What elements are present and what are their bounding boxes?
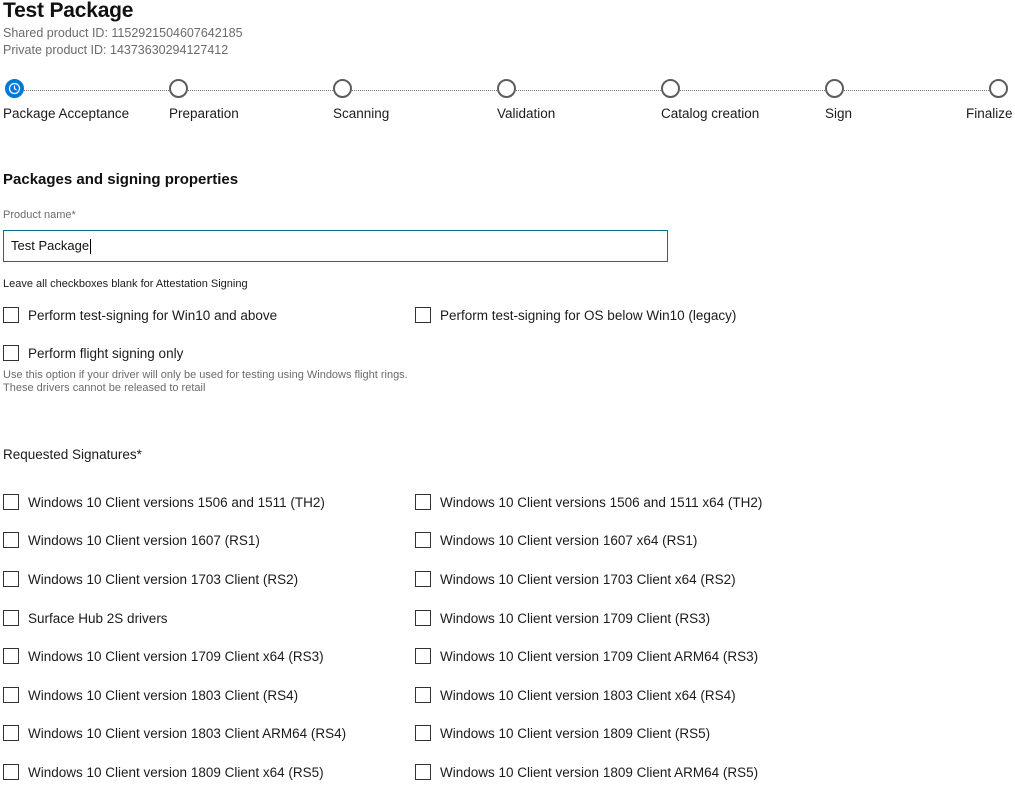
checkbox-label: Windows 10 Client version 1709 Client AR…	[440, 648, 759, 664]
signature-checkbox[interactable]: Windows 10 Client version 1809 Client x6…	[3, 764, 324, 780]
clock-icon	[5, 79, 24, 98]
product-name-input[interactable]: Test Package	[3, 230, 668, 262]
checkbox-label: Windows 10 Client version 1607 x64 (RS1)	[440, 532, 698, 548]
checkbox-box[interactable]	[3, 764, 19, 780]
checkbox-box[interactable]	[3, 610, 19, 626]
checkbox-label: Windows 10 Client version 1607 (RS1)	[28, 532, 260, 548]
signature-checkbox[interactable]: Windows 10 Client version 1703 Client x6…	[415, 571, 736, 587]
checkbox-box[interactable]	[415, 764, 431, 780]
requested-signatures-label: Requested Signatures*	[3, 447, 142, 462]
step-label: Catalog creation	[661, 106, 760, 121]
checkbox-box[interactable]	[415, 610, 431, 626]
checkbox-label: Windows 10 Client version 1803 Client AR…	[28, 725, 347, 741]
signature-checkbox[interactable]: Surface Hub 2S drivers	[3, 610, 168, 626]
section-title: Packages and signing properties	[3, 171, 239, 188]
signature-checkbox[interactable]: Windows 10 Client versions 1506 and 1511…	[415, 494, 762, 510]
step-label: Sign	[825, 106, 853, 121]
checkbox-label: Windows 10 Client version 1809 Client x6…	[28, 764, 324, 780]
step-label: Package Acceptance	[3, 106, 130, 121]
checkbox-label: Windows 10 Client version 1709 Client x6…	[28, 648, 324, 664]
step-circle-icon	[333, 79, 352, 98]
checkbox-box[interactable]	[3, 687, 19, 703]
signature-checkbox[interactable]: Windows 10 Client version 1709 Client x6…	[3, 648, 324, 664]
product-name-label: Product name*	[3, 209, 76, 221]
step-circle-icon	[825, 79, 844, 98]
checkbox-label: Windows 10 Client versions 1506 and 1511…	[28, 494, 325, 510]
signature-checkbox[interactable]: Windows 10 Client version 1803 Client (R…	[3, 687, 298, 703]
checkbox-label: Perform test-signing for Win10 and above	[28, 307, 278, 323]
private-product-id: Private product ID: 14373630294127412	[3, 43, 229, 57]
checkbox-label: Windows 10 Client version 1803 Client (R…	[28, 687, 299, 703]
step-label: Finalize	[966, 106, 1013, 121]
checkbox-box[interactable]	[415, 687, 431, 703]
checkbox-label: Surface Hub 2S drivers	[28, 610, 168, 626]
checkbox-label: Windows 10 Client version 1703 Client (R…	[28, 571, 299, 587]
step-circle-icon	[169, 79, 188, 98]
checkbox-box[interactable]	[3, 532, 19, 548]
text-caret	[90, 239, 92, 255]
checkbox-box[interactable]	[415, 494, 431, 510]
step-label: Validation	[497, 106, 556, 121]
product-name-value: Test Package	[11, 238, 90, 253]
flight-signing-note: Use this option if your driver will only…	[3, 369, 408, 394]
signature-checkbox[interactable]: Windows 10 Client version 1607 (RS1)	[3, 532, 260, 548]
signature-checkbox[interactable]: Windows 10 Client version 1809 Client AR…	[415, 764, 758, 780]
step-circle-icon	[661, 79, 680, 98]
test-signing-win10-checkbox[interactable]: Perform test-signing for Win10 and above	[3, 307, 277, 323]
attestation-hint: Leave all checkboxes blank for Attestati…	[3, 278, 248, 290]
test-signing-legacy-checkbox[interactable]: Perform test-signing for OS below Win10 …	[415, 307, 736, 323]
checkbox-box[interactable]	[415, 648, 431, 664]
signature-checkbox[interactable]: Windows 10 Client versions 1506 and 1511…	[3, 494, 325, 510]
checkbox-label: Perform test-signing for OS below Win10 …	[440, 307, 737, 323]
checkbox-box[interactable]	[3, 725, 19, 741]
step-circle-icon	[497, 79, 516, 98]
checkbox-box[interactable]	[415, 571, 431, 587]
checkbox-label: Windows 10 Client version 1809 Client AR…	[440, 764, 759, 780]
signature-checkbox[interactable]: Windows 10 Client version 1809 Client (R…	[415, 725, 710, 741]
checkbox-box[interactable]	[415, 532, 431, 548]
checkbox-label: Windows 10 Client version 1803 Client x6…	[440, 687, 736, 703]
checkbox-label: Perform flight signing only	[28, 345, 184, 361]
checkbox-box[interactable]	[3, 345, 19, 361]
signature-checkbox[interactable]: Windows 10 Client version 1703 Client (R…	[3, 571, 298, 587]
checkbox-box[interactable]	[415, 307, 431, 323]
step-label: Preparation	[169, 106, 239, 121]
signature-checkbox[interactable]: Windows 10 Client version 1803 Client x6…	[415, 687, 736, 703]
checkbox-box[interactable]	[3, 307, 19, 323]
checkbox-label: Windows 10 Client version 1809 Client (R…	[440, 725, 711, 741]
checkbox-label: Windows 10 Client version 1703 Client x6…	[440, 571, 736, 587]
checkbox-label: Windows 10 Client versions 1506 and 1511…	[440, 494, 763, 510]
flight-signing-checkbox[interactable]: Perform flight signing only	[3, 345, 183, 361]
signature-checkbox[interactable]: Windows 10 Client version 1709 Client AR…	[415, 648, 758, 664]
page-title: Test Package	[3, 0, 134, 22]
step-circle-icon	[989, 79, 1008, 98]
checkbox-label: Windows 10 Client version 1709 Client (R…	[440, 610, 711, 626]
shared-product-id: Shared product ID: 1152921504607642185	[3, 26, 243, 40]
checkbox-box[interactable]	[415, 725, 431, 741]
signature-checkbox[interactable]: Windows 10 Client version 1709 Client (R…	[415, 610, 710, 626]
checkbox-box[interactable]	[3, 571, 19, 587]
signature-checkbox[interactable]: Windows 10 Client version 1607 x64 (RS1)	[415, 532, 697, 548]
signature-checkbox[interactable]: Windows 10 Client version 1803 Client AR…	[3, 725, 346, 741]
step-label: Scanning	[333, 106, 390, 121]
checkbox-box[interactable]	[3, 494, 19, 510]
checkbox-box[interactable]	[3, 648, 19, 664]
